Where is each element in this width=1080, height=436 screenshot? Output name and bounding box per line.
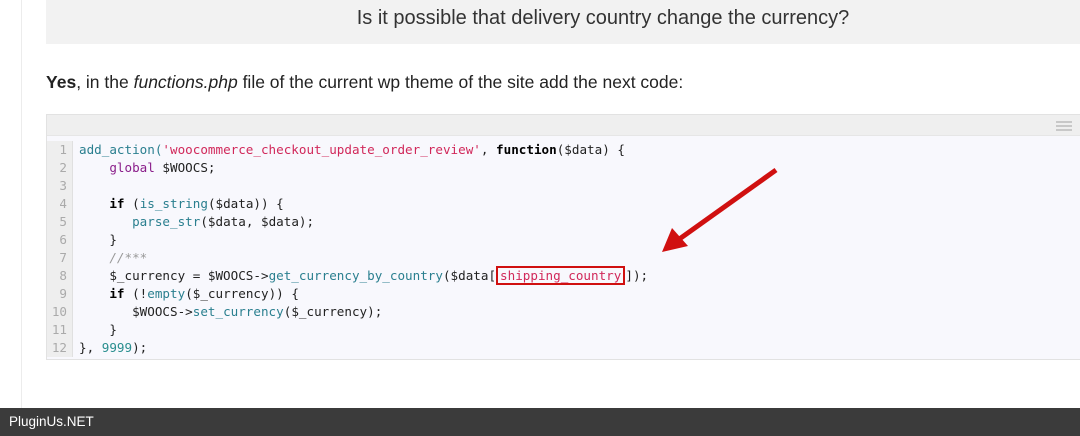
footer-bar: PluginUs.NET (0, 408, 1080, 436)
red-arrow-icon (662, 167, 778, 252)
footer-brand[interactable]: PluginUs.NET (9, 414, 94, 429)
